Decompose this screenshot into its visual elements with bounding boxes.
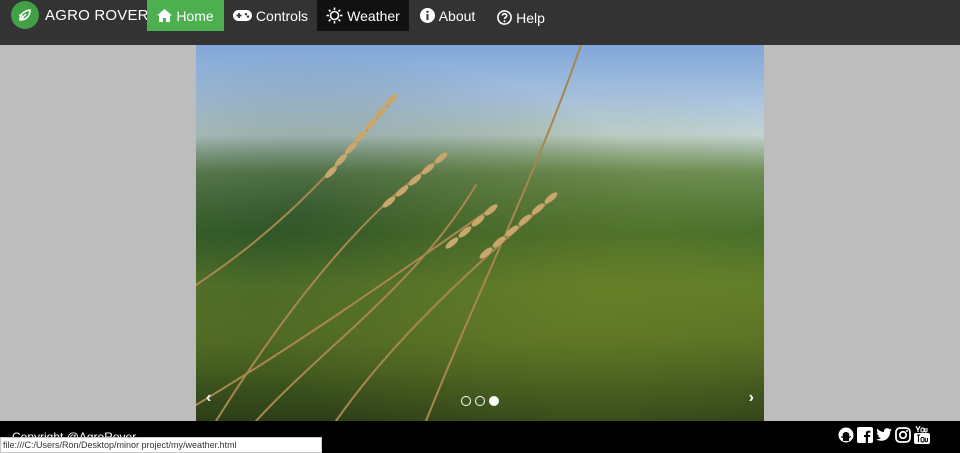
nav-help[interactable]: Help — [486, 2, 556, 33]
navbar: AGRO ROVER Home Controls Weather About H… — [0, 0, 960, 45]
nav-help-label: Help — [516, 9, 545, 26]
carousel-indicator-2[interactable] — [475, 396, 485, 406]
carousel-indicator-3[interactable] — [489, 396, 499, 406]
carousel-next-button[interactable]: › — [749, 389, 754, 407]
browser-status-url: file:///C:/Users/Ron/Desktop/minor proje… — [0, 437, 322, 453]
info-icon — [419, 8, 435, 23]
instagram-icon[interactable] — [895, 427, 911, 443]
nav-home-label: Home — [176, 7, 214, 24]
carousel-indicator-1[interactable] — [461, 396, 471, 406]
leaf-icon — [11, 1, 39, 29]
github-icon[interactable] — [838, 427, 854, 443]
home-icon — [157, 9, 173, 22]
facebook-icon[interactable] — [857, 427, 873, 443]
nav-about[interactable]: About — [409, 0, 486, 31]
image-carousel: ‹ › — [196, 45, 764, 421]
sun-icon — [326, 7, 343, 24]
brand[interactable]: AGRO ROVER — [11, 0, 149, 30]
wheat-illustration — [196, 45, 582, 421]
gamepad-icon — [232, 10, 252, 21]
nav-controls-label: Controls — [255, 7, 309, 24]
carousel-indicators — [461, 396, 499, 406]
nav-about-label: About — [438, 7, 476, 24]
youtube-icon[interactable] — [914, 426, 930, 444]
nav-controls[interactable]: Controls — [224, 0, 317, 31]
twitter-icon[interactable] — [876, 427, 892, 443]
nav-weather-label: Weather — [347, 7, 400, 24]
carousel-prev-button[interactable]: ‹ — [206, 389, 211, 407]
question-icon — [497, 10, 512, 25]
brand-name: AGRO ROVER — [45, 6, 149, 24]
nav-weather[interactable]: Weather — [317, 0, 409, 31]
nav-home[interactable]: Home — [147, 0, 224, 31]
social-links — [838, 426, 930, 444]
